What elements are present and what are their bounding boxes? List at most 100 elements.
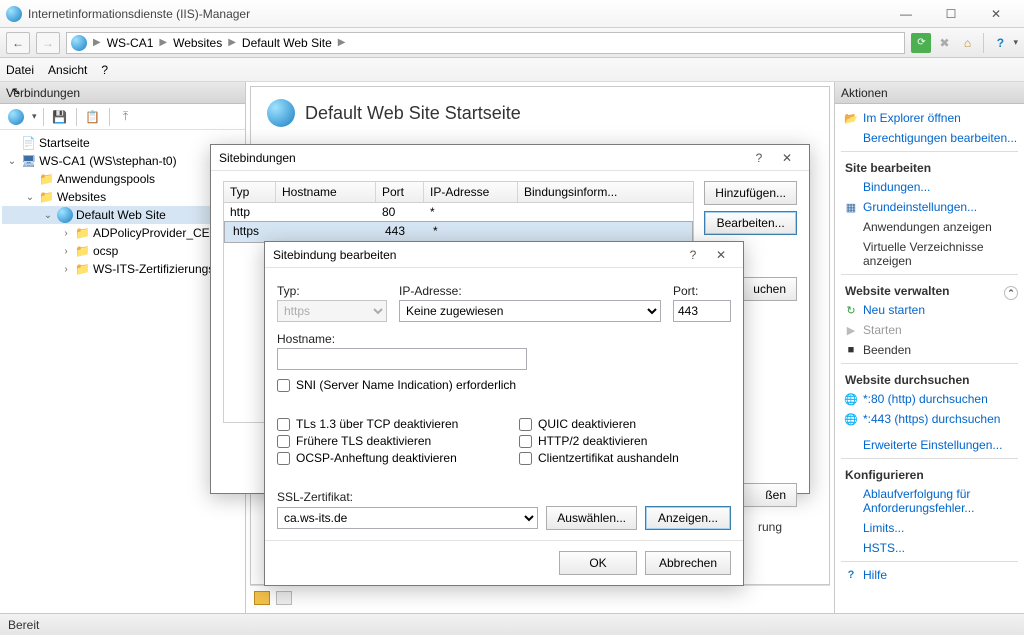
col-info[interactable]: Bindungsinform...: [518, 182, 693, 202]
action-browse-443[interactable]: 🌐*:443 (https) durchsuchen: [841, 409, 1018, 429]
features-view-icon[interactable]: [254, 591, 270, 605]
action-browse-80[interactable]: 🌐*:80 (http) durchsuchen: [841, 389, 1018, 409]
tree-apppools[interactable]: 📁 Anwendungspools: [2, 170, 243, 188]
dialog-help-button[interactable]: ?: [679, 245, 707, 265]
tree-child[interactable]: ›📁 WS-ITS-Zertifizierungs: [2, 260, 243, 278]
page-title: Default Web Site Startseite: [305, 103, 521, 124]
binding-row[interactable]: https 443 *: [224, 221, 693, 243]
menu-help[interactable]: ?: [101, 63, 108, 77]
maximize-button[interactable]: ☐: [929, 3, 973, 25]
connections-toolbar: ▾ 💾 📋 ⤒: [0, 104, 245, 130]
sni-checkbox[interactable]: SNI (Server Name Indication) erforderlic…: [277, 378, 731, 392]
section-browse: Website durchsuchen: [841, 367, 1018, 389]
chevron-icon: ▶: [93, 37, 101, 48]
tree-start[interactable]: 📄 Startseite: [2, 134, 243, 152]
action-basic[interactable]: ▦Grundeinstellungen...: [841, 197, 1018, 217]
action-limits[interactable]: Limits...: [841, 518, 1018, 538]
tree-child[interactable]: ›📁 ADPolicyProvider_CEP: [2, 224, 243, 242]
settings-icon: ▦: [843, 199, 859, 215]
navbar: ← → ▶ WS-CA1 ▶ Websites ▶ Default Web Si…: [0, 28, 1024, 58]
clientcert-checkbox[interactable]: Clientzertifikat aushandeln: [519, 451, 731, 465]
menu-view[interactable]: Ansicht: [48, 63, 87, 77]
ssl-cert-select[interactable]: ca.ws-its.de: [277, 507, 538, 529]
legacy-tls-checkbox[interactable]: Frühere TLS deaktivieren: [277, 434, 489, 448]
port-label: Port:: [673, 284, 731, 298]
browse-icon: 🌐: [843, 391, 859, 407]
dialog-close-button[interactable]: ✕: [707, 245, 735, 265]
select-cert-button[interactable]: Auswählen...: [546, 506, 637, 530]
col-ip[interactable]: IP-Adresse: [424, 182, 518, 202]
col-type[interactable]: Typ: [224, 182, 276, 202]
refresh-icon[interactable]: ⟳: [911, 33, 931, 53]
ok-button[interactable]: OK: [559, 551, 637, 575]
col-host[interactable]: Hostname: [276, 182, 376, 202]
view-cert-button[interactable]: Anzeigen...: [645, 506, 731, 530]
folder-icon: 📂: [843, 110, 859, 126]
connect-button[interactable]: [6, 107, 26, 127]
dialog-close-button[interactable]: ✕: [773, 148, 801, 168]
collapse-icon[interactable]: ⌃: [1004, 286, 1018, 300]
connections-header: Verbindungen ↖: [0, 82, 245, 104]
close-button[interactable]: ✕: [974, 3, 1018, 25]
bc-site[interactable]: Default Web Site: [242, 36, 332, 50]
tree-default-site[interactable]: ⌄ Default Web Site: [2, 206, 243, 224]
quic-checkbox[interactable]: QUIC deaktivieren: [519, 417, 731, 431]
edit-binding-dialog: Sitebindung bearbeiten ? ✕ Typ: https IP…: [264, 241, 744, 586]
action-stop[interactable]: ■Beenden: [841, 340, 1018, 360]
save-button[interactable]: 💾: [50, 107, 70, 127]
chevron-icon: ▶: [228, 37, 236, 48]
truncated-text: rung: [758, 520, 782, 534]
back-button[interactable]: ←: [6, 32, 30, 54]
type-label: Typ:: [277, 284, 387, 298]
action-advanced[interactable]: Erweiterte Einstellungen...: [841, 435, 1018, 455]
action-open-explorer[interactable]: 📂Im Explorer öffnen: [841, 108, 1018, 128]
chevron-icon: ▶: [159, 37, 167, 48]
globe-icon: [71, 35, 87, 51]
host-input[interactable]: [277, 348, 527, 370]
bc-server[interactable]: WS-CA1: [107, 36, 154, 50]
edit-binding-button[interactable]: Bearbeiten...: [704, 211, 797, 235]
action-hsts[interactable]: HSTS...: [841, 538, 1018, 558]
content-view-icon[interactable]: [276, 591, 292, 605]
action-tracing[interactable]: Ablaufverfolgung für Anforderungsfehler.…: [841, 484, 1018, 518]
connections-tree[interactable]: 📄 Startseite ⌄🖥 WS-CA1 (WS\stephan-t0) 📁…: [0, 130, 245, 613]
col-port[interactable]: Port: [376, 182, 424, 202]
bindings-header-row[interactable]: Typ Hostname Port IP-Adresse Bindungsinf…: [223, 181, 694, 203]
chevron-icon: ▶: [338, 37, 346, 48]
tls13-checkbox[interactable]: TLs 1.3 über TCP deaktivieren: [277, 417, 489, 431]
tree-sites[interactable]: ⌄📁 Websites: [2, 188, 243, 206]
tree-child[interactable]: ›📁 ocsp: [2, 242, 243, 260]
action-restart[interactable]: ↻Neu starten: [841, 300, 1018, 320]
ip-select[interactable]: Keine zugewiesen: [399, 300, 661, 322]
menubar: Datei Ansicht ?: [0, 58, 1024, 82]
help-icon[interactable]: ?: [990, 33, 1010, 53]
delete-button[interactable]: 📋: [83, 107, 103, 127]
type-select: https: [277, 300, 387, 322]
dialog-help-button[interactable]: ?: [745, 148, 773, 168]
forward-button[interactable]: →: [36, 32, 60, 54]
home-icon[interactable]: ⌂: [957, 33, 977, 53]
cancel-button[interactable]: Abbrechen: [645, 551, 731, 575]
tree-server[interactable]: ⌄🖥 WS-CA1 (WS\stephan-t0): [2, 152, 243, 170]
bc-sites[interactable]: Websites: [173, 36, 222, 50]
minimize-button[interactable]: —: [884, 3, 928, 25]
help-icon: ?: [843, 567, 859, 583]
http2-checkbox[interactable]: HTTP/2 deaktivieren: [519, 434, 731, 448]
binding-row[interactable]: http 80 *: [224, 203, 693, 221]
section-manage: Website verwalten⌃: [841, 278, 1018, 300]
action-permissions[interactable]: Berechtigungen bearbeiten...: [841, 128, 1018, 148]
menu-file[interactable]: Datei: [6, 63, 34, 77]
status-text: Bereit: [8, 618, 39, 632]
action-start: ▶Starten: [841, 320, 1018, 340]
stop-icon[interactable]: ✖: [934, 33, 954, 53]
breadcrumb[interactable]: ▶ WS-CA1 ▶ Websites ▶ Default Web Site ▶: [66, 32, 905, 54]
action-help[interactable]: ?Hilfe: [841, 565, 1018, 585]
action-view-apps[interactable]: Anwendungen anzeigen: [841, 217, 1018, 237]
add-binding-button[interactable]: Hinzufügen...: [704, 181, 797, 205]
action-bindings[interactable]: Bindungen...: [841, 177, 1018, 197]
ocsp-checkbox[interactable]: OCSP-Anheftung deaktivieren: [277, 451, 489, 465]
port-input[interactable]: [673, 300, 731, 322]
up-button[interactable]: ⤒: [116, 107, 136, 127]
action-view-vdirs[interactable]: Virtuelle Verzeichnisse anzeigen: [841, 237, 1018, 271]
browse-icon: 🌐: [843, 411, 859, 427]
